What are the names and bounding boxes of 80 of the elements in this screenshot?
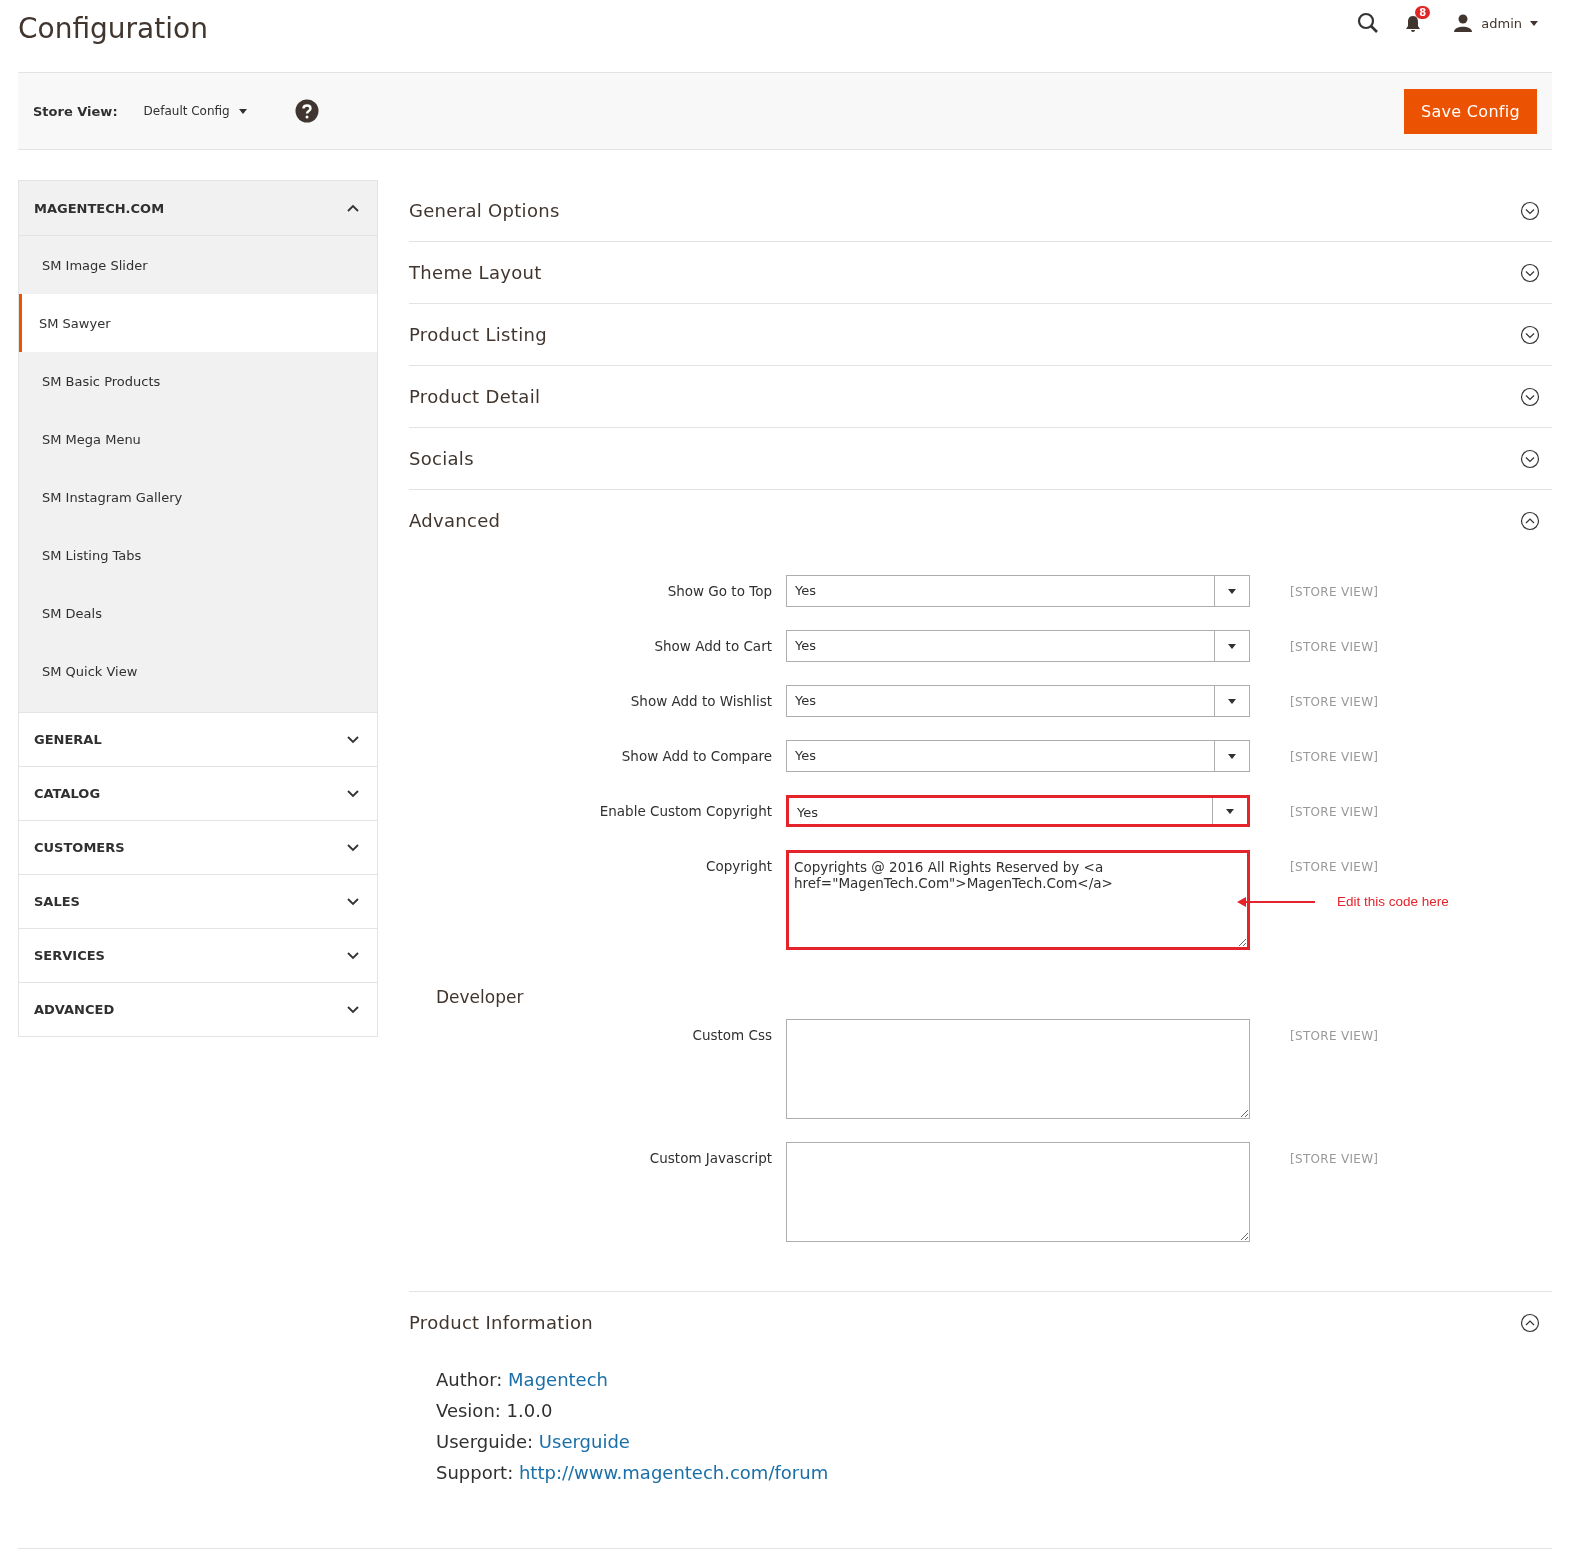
field-label: Show Add to Compare	[620, 747, 772, 764]
sidebar-item[interactable]: SM Deals	[19, 584, 377, 642]
info-link[interactable]: Userguide	[538, 1431, 630, 1452]
sidebar-item[interactable]: SM Listing Tabs	[19, 526, 377, 584]
field-label: Custom Css	[691, 1026, 772, 1043]
chevron-down-icon	[347, 897, 359, 906]
scope-label: [STORE VIEW]	[1289, 1028, 1380, 1043]
caret-icon	[1228, 698, 1236, 704]
collapse-icon[interactable]	[1520, 510, 1540, 531]
select-field[interactable]: Yes	[786, 740, 1250, 772]
section-header[interactable]: Product Listing	[409, 304, 1552, 365]
sidebar-item[interactable]: SM Basic Products	[19, 352, 377, 410]
scope-label: [STORE VIEW]	[1289, 1151, 1380, 1166]
caret-icon	[1226, 808, 1234, 814]
scope-label: [STORE VIEW]	[1289, 584, 1380, 599]
select-field[interactable]: Yes	[786, 575, 1250, 607]
field-label: Show Add to Cart	[653, 637, 772, 654]
scope-label: [STORE VIEW]	[1289, 749, 1380, 764]
chevron-up-icon	[347, 204, 359, 212]
chevron-down-icon	[347, 789, 359, 798]
store-view-dropdown[interactable]: Default Config	[143, 104, 247, 118]
collapse-icon[interactable]	[1520, 1312, 1540, 1333]
bell-icon[interactable]	[1405, 15, 1422, 33]
caret-icon	[1228, 588, 1236, 594]
annotation-text: Edit this code here	[1337, 894, 1449, 909]
sidebar-item[interactable]: SM Instagram Gallery	[19, 468, 377, 526]
field-label: Custom Javascript	[648, 1149, 772, 1166]
caret-icon	[1530, 20, 1538, 26]
scope-label: [STORE VIEW]	[1289, 694, 1380, 709]
sidebar-item[interactable]: SM Quick View	[19, 642, 377, 700]
group-title: Developer	[435, 986, 525, 1009]
caret-icon	[1228, 643, 1236, 649]
arrow-icon	[1237, 895, 1315, 908]
save-config-button[interactable]: Save Config	[1404, 88, 1537, 134]
sidebar-section-header[interactable]: MAGENTECH.COM	[19, 181, 377, 236]
sidebar-item[interactable]: SM Mega Menu	[19, 410, 377, 468]
chevron-down-icon	[347, 1005, 359, 1014]
chevron-down-icon	[347, 735, 359, 744]
caret-icon	[238, 108, 247, 114]
expand-icon[interactable]	[1520, 386, 1540, 407]
field-label: Copyright	[705, 857, 772, 874]
section-header[interactable]: Socials	[409, 428, 1552, 489]
info-line: Support: http://www.magentech.com/forum	[436, 1462, 830, 1483]
info-link[interactable]: Magentech	[508, 1369, 608, 1390]
search-icon[interactable]	[1357, 12, 1380, 34]
user-icon	[1453, 14, 1474, 32]
page-title: Configuration	[18, 11, 209, 47]
sidebar-item[interactable]: SM Image Slider	[19, 236, 377, 294]
expand-icon[interactable]	[1520, 262, 1540, 283]
section-header[interactable]: Advanced	[409, 490, 1552, 551]
scope-label: [STORE VIEW]	[1289, 804, 1380, 819]
field-label: Show Add to Wishlist	[629, 692, 772, 709]
info-line: Userguide: Userguide	[436, 1431, 631, 1452]
section-header[interactable]: Theme Layout	[409, 242, 1552, 303]
chevron-down-icon	[347, 843, 359, 852]
info-value: 1.0.0	[506, 1400, 553, 1421]
scope-label: [STORE VIEW]	[1289, 859, 1380, 874]
select-field[interactable]: Yes	[786, 685, 1250, 717]
expand-icon[interactable]	[1520, 448, 1540, 469]
sidebar-item[interactable]: SM Sawyer	[19, 294, 377, 352]
info-line: Vesion: 1.0.0	[436, 1400, 554, 1421]
section-header[interactable]: Product Information	[409, 1292, 1552, 1353]
info-line: Author: Magentech	[436, 1369, 609, 1390]
chevron-down-icon	[347, 951, 359, 960]
text-area[interactable]: Copyrights @ 2016 All Rights Reserved by <a href="MagenTech.Com">MagenTech.Com</a>	[786, 850, 1250, 950]
scope-label: [STORE VIEW]	[1289, 639, 1380, 654]
expand-icon[interactable]	[1520, 200, 1540, 221]
user-menu[interactable]: admin	[1453, 14, 1538, 32]
info-link[interactable]: http://www.magentech.com/forum	[518, 1462, 829, 1483]
field-label: Show Go to Top	[666, 582, 772, 599]
field-label: Enable Custom Copyright	[598, 802, 772, 819]
store-view-label: Store View:	[33, 103, 118, 119]
expand-icon[interactable]	[1520, 324, 1540, 345]
section-header[interactable]: General Options	[409, 180, 1552, 241]
select-field[interactable]: Yes	[786, 795, 1250, 827]
notification-badge: 8	[1415, 6, 1431, 19]
select-field[interactable]: Yes	[786, 630, 1250, 662]
help-icon[interactable]	[294, 99, 319, 123]
section-header[interactable]: Product Detail	[409, 366, 1552, 427]
caret-icon	[1228, 753, 1236, 759]
